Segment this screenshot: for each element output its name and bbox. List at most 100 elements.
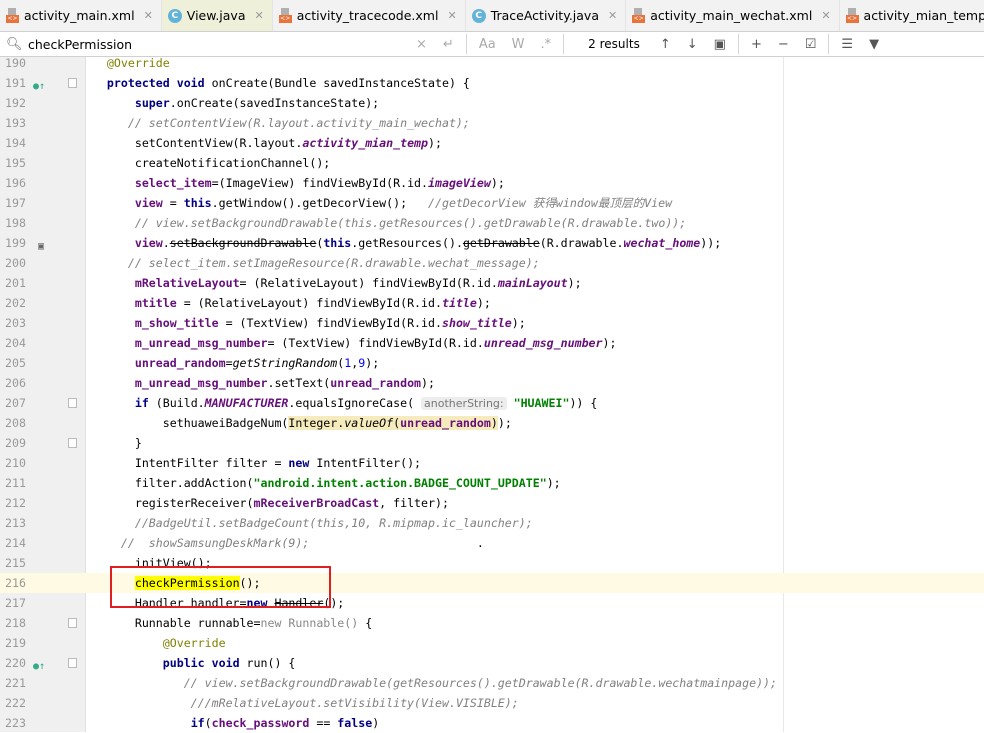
code-editor[interactable]: 190 @Override 191 ●↑ protected void onCrea… bbox=[0, 53, 984, 733]
code-line[interactable]: 194 setContentView(R.layout.activity_mia… bbox=[0, 133, 984, 153]
toggle-occurrence-icon[interactable]: ☑ bbox=[805, 37, 817, 52]
close-icon[interactable]: ✕ bbox=[608, 9, 617, 22]
add-occurrence-icon[interactable]: + bbox=[751, 37, 762, 52]
code-line[interactable]: 208 sethuaweiBadgeNum(Integer.valueOf(un… bbox=[0, 413, 984, 433]
code-line[interactable]: 200 // select_item.setImageResource(R.dr… bbox=[0, 253, 984, 273]
line-number[interactable]: 207 bbox=[0, 393, 26, 413]
code-line[interactable]: 218 Runnable runnable=new Runnable() { bbox=[0, 613, 984, 633]
line-number[interactable]: 192 bbox=[0, 93, 26, 113]
code-line[interactable]: 211 filter.addAction("android.intent.act… bbox=[0, 473, 984, 493]
tab-1[interactable]: C View.java ✕ bbox=[161, 0, 273, 31]
multiline-icon[interactable]: ☰ bbox=[841, 37, 853, 52]
code-line[interactable]: 214 // showSamsungDeskMark(9); . bbox=[0, 533, 984, 553]
code-line[interactable]: 212 registerReceiver(mReceiverBroadCast,… bbox=[0, 493, 984, 513]
line-number[interactable]: 208 bbox=[0, 413, 26, 433]
line-number[interactable]: 194 bbox=[0, 133, 26, 153]
line-number[interactable]: 216 bbox=[0, 573, 26, 593]
close-icon[interactable]: ✕ bbox=[254, 9, 263, 22]
fold-icon[interactable] bbox=[68, 398, 77, 408]
code-line[interactable]: 197 view = this.getWindow().getDecorView… bbox=[0, 193, 984, 213]
tab-2[interactable]: activity_tracecode.xml ✕ bbox=[273, 0, 466, 31]
code-token: = bbox=[162, 196, 184, 210]
code-line[interactable]: 205 unread_random=getStringRandom(1,9); bbox=[0, 353, 984, 373]
code-line[interactable]: 199 ▣ view.setBackgroundDrawable(this.get… bbox=[0, 233, 984, 253]
code-line[interactable]: 202 mtitle = (RelativeLayout) findViewBy… bbox=[0, 293, 984, 313]
code-line[interactable]: 192 super.onCreate(savedInstanceState); bbox=[0, 93, 984, 113]
search-input[interactable] bbox=[28, 36, 408, 52]
line-number[interactable]: 212 bbox=[0, 493, 26, 513]
line-number[interactable]: 214 bbox=[0, 533, 26, 553]
line-number[interactable]: 220 bbox=[0, 653, 26, 673]
match-case-button[interactable]: Aa bbox=[479, 37, 496, 52]
tab-4[interactable]: activity_main_wechat.xml ✕ bbox=[626, 0, 840, 31]
line-number[interactable]: 223 bbox=[0, 713, 26, 733]
code-line[interactable]: 207 if (Build.MANUFACTURER.equalsIgnoreC… bbox=[0, 393, 984, 413]
line-number[interactable]: 202 bbox=[0, 293, 26, 313]
select-all-icon[interactable]: ▣ bbox=[714, 37, 726, 52]
code-line[interactable]: 190 @Override bbox=[0, 53, 984, 73]
line-number[interactable]: 200 bbox=[0, 253, 26, 273]
newline-icon[interactable]: ↵ bbox=[443, 37, 454, 52]
line-number[interactable]: 199 bbox=[0, 233, 26, 253]
code-line[interactable]: 201 mRelativeLayout= (RelativeLayout) fi… bbox=[0, 273, 984, 293]
line-number[interactable]: 213 bbox=[0, 513, 26, 533]
line-number[interactable]: 201 bbox=[0, 273, 26, 293]
code-line[interactable]: 220 ●↑ public void run() { bbox=[0, 653, 984, 673]
line-number[interactable]: 191 bbox=[0, 73, 26, 93]
line-number[interactable]: 193 bbox=[0, 113, 26, 133]
line-number[interactable]: 203 bbox=[0, 313, 26, 333]
clear-icon[interactable]: × bbox=[416, 37, 427, 52]
line-number[interactable]: 204 bbox=[0, 333, 26, 353]
line-number[interactable]: 209 bbox=[0, 433, 26, 453]
code-line[interactable]: 191 ●↑ protected void onCreate(Bundle sav… bbox=[0, 73, 984, 93]
code-line[interactable]: 203 m_show_title = (TextView) findViewBy… bbox=[0, 313, 984, 333]
code-line[interactable]: 196 select_item=(ImageView) findViewById… bbox=[0, 173, 984, 193]
fold-icon[interactable] bbox=[68, 78, 77, 88]
line-number[interactable]: 215 bbox=[0, 553, 26, 573]
line-number[interactable]: 190 bbox=[0, 53, 26, 73]
code-line[interactable]: 206 m_unread_msg_number.setText(unread_r… bbox=[0, 373, 984, 393]
code-line[interactable]: 213 //BadgeUtil.setBadgeCount(this,10, R… bbox=[0, 513, 984, 533]
fold-icon[interactable] bbox=[68, 438, 77, 448]
remove-occurrence-icon[interactable]: − bbox=[778, 37, 789, 52]
search-icon[interactable]: 🔍︎ bbox=[6, 37, 24, 52]
regex-button[interactable]: .* bbox=[541, 37, 552, 52]
code-line[interactable]: 219 @Override bbox=[0, 633, 984, 653]
line-number[interactable]: 206 bbox=[0, 373, 26, 393]
close-icon[interactable]: ✕ bbox=[144, 9, 153, 22]
words-button[interactable]: W bbox=[512, 37, 525, 52]
code-line[interactable]: 221 // view.setBackgroundDrawable(getRes… bbox=[0, 673, 984, 693]
line-number[interactable]: 218 bbox=[0, 613, 26, 633]
code-line[interactable]: 223 if(check_password == false) bbox=[0, 713, 984, 733]
line-number[interactable]: 195 bbox=[0, 153, 26, 173]
tab-0[interactable]: activity_main.xml ✕ bbox=[0, 0, 162, 31]
line-number[interactable]: 196 bbox=[0, 173, 26, 193]
code-line[interactable]: 195 createNotificationChannel(); bbox=[0, 153, 984, 173]
line-number[interactable]: 198 bbox=[0, 213, 26, 233]
code-line[interactable]: 193 // setContentView(R.layout.activity_… bbox=[0, 113, 984, 133]
close-icon[interactable]: ✕ bbox=[447, 9, 456, 22]
line-number[interactable]: 205 bbox=[0, 353, 26, 373]
code-line[interactable]: 222 ///mRelativeLayout.setVisibility(Vie… bbox=[0, 693, 984, 713]
previous-occurrence-icon[interactable]: ↑ bbox=[660, 37, 671, 52]
line-number[interactable]: 222 bbox=[0, 693, 26, 713]
fold-icon[interactable] bbox=[68, 618, 77, 628]
line-number[interactable]: 197 bbox=[0, 193, 26, 213]
close-icon[interactable]: ✕ bbox=[821, 9, 830, 22]
tab-5[interactable]: activity_mian_temp.xml✕ bbox=[840, 0, 984, 31]
line-number[interactable]: 221 bbox=[0, 673, 26, 693]
tab-3[interactable]: C TraceActivity.java ✕ bbox=[466, 0, 627, 31]
line-number[interactable]: 217 bbox=[0, 593, 26, 613]
code-line[interactable]: 209 } bbox=[0, 433, 984, 453]
filter-icon[interactable]: ▼ bbox=[869, 37, 879, 52]
code-line[interactable]: 204 m_unread_msg_number= (TextView) find… bbox=[0, 333, 984, 353]
line-number[interactable]: 219 bbox=[0, 633, 26, 653]
fold-icon[interactable] bbox=[68, 658, 77, 668]
xml-file-icon bbox=[278, 8, 292, 23]
code-token: mtitle bbox=[134, 296, 177, 310]
line-number[interactable]: 211 bbox=[0, 473, 26, 493]
code-line[interactable]: 198 // view.setBackgroundDrawable(this.g… bbox=[0, 213, 984, 233]
line-number[interactable]: 210 bbox=[0, 453, 26, 473]
code-line[interactable]: 210 IntentFilter filter = new IntentFilt… bbox=[0, 453, 984, 473]
next-occurrence-icon[interactable]: ↓ bbox=[687, 37, 698, 52]
